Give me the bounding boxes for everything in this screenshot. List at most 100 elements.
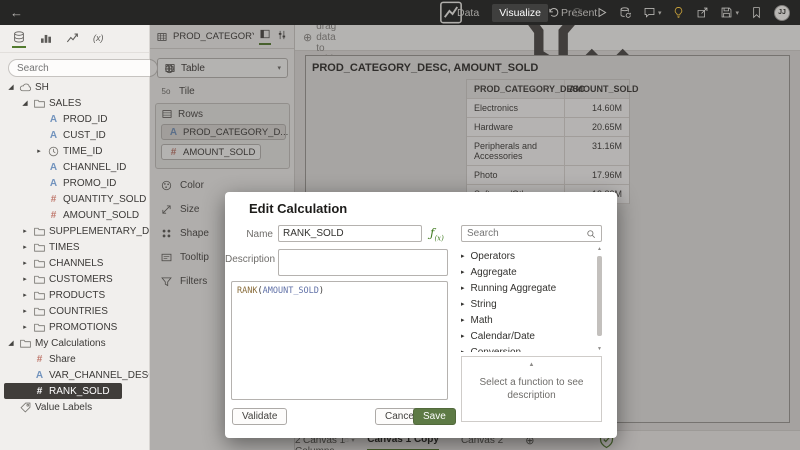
tree-item-var-channel-desc[interactable]: AVAR_CHANNEL_DESC — [0, 367, 149, 383]
tree-item-customers[interactable]: ▸CUSTOMERS — [0, 271, 149, 287]
tree-item-label: TIMES — [49, 242, 80, 253]
tab-analytics[interactable] — [66, 31, 80, 47]
save-calculation-button[interactable]: Save — [413, 408, 456, 425]
category-label: Running Aggregate — [471, 283, 557, 294]
caret-icon[interactable]: ▸ — [20, 275, 30, 283]
search-icon — [586, 229, 596, 239]
tree-item-share[interactable]: #Share — [0, 351, 149, 367]
function-category-operators[interactable]: ▸Operators — [461, 248, 595, 264]
folder-icon — [33, 97, 46, 110]
caret-icon[interactable]: ▸ — [20, 243, 30, 251]
function-search[interactable] — [461, 225, 602, 242]
tree-item-label: CHANNELS — [49, 258, 103, 269]
caret-icon[interactable]: ▸ — [461, 252, 465, 260]
undo-icon[interactable] — [547, 6, 560, 19]
expression-editor[interactable]: RANK(AMOUNT_SOLD) — [231, 281, 448, 400]
folder-icon — [19, 337, 32, 350]
validate-button[interactable]: Validate — [232, 408, 287, 425]
function-category-math[interactable]: ▸Math — [461, 312, 595, 328]
caret-icon[interactable]: ▸ — [20, 227, 30, 235]
refresh-data-icon[interactable] — [619, 6, 632, 19]
scrollbar-thumb[interactable] — [597, 256, 602, 336]
export-icon[interactable] — [696, 6, 709, 19]
tree-item-label: COUNTRIES — [49, 306, 108, 317]
caret-icon[interactable]: ◢ — [6, 83, 16, 91]
caret-icon[interactable]: ▸ — [461, 268, 465, 276]
tab-data-elements[interactable] — [12, 30, 26, 48]
back-icon[interactable]: ← — [10, 5, 23, 20]
caret-icon[interactable]: ◢ — [20, 99, 30, 107]
tree-item-products[interactable]: ▸PRODUCTS — [0, 287, 149, 303]
caret-icon[interactable]: ▸ — [461, 332, 465, 340]
edit-calculation-dialog: Edit Calculation Name ƒ(x) Description R… — [225, 192, 617, 438]
tree-item-sh[interactable]: ◢ SH — [0, 79, 149, 95]
tree-item-supplementary-demo[interactable]: ▸SUPPLEMENTARY_DEMO... — [0, 223, 149, 239]
top-bar: ← 대시보드 필터 + 파라미터 활용 하기 DataVisualizePres… — [0, 0, 800, 25]
data-panel-tabs: (x) — [0, 25, 149, 53]
folder-icon — [33, 257, 46, 270]
tree-item-promo-id[interactable]: APROMO_ID — [0, 175, 149, 191]
tree-item-label: TIME_ID — [63, 146, 102, 157]
function-category-conversion[interactable]: ▸Conversion — [461, 344, 595, 352]
measure-icon: # — [33, 386, 46, 397]
scroll-up-icon[interactable]: ▲ — [462, 362, 601, 368]
caret-icon[interactable]: ▸ — [34, 147, 44, 155]
caret-icon[interactable]: ▸ — [20, 307, 30, 315]
tree-item-sales[interactable]: ◢SALES — [0, 95, 149, 111]
tree-item-quantity-sold[interactable]: #QUANTITY_SOLD — [0, 191, 149, 207]
topbar-actions: ▾ ▾ JJ — [547, 0, 790, 25]
tree-item-prod-id[interactable]: APROD_ID — [0, 111, 149, 127]
comment-icon — [643, 6, 656, 19]
function-description-hint: Select a function to see description — [462, 376, 601, 402]
measure-icon: # — [47, 194, 60, 205]
bar-chart-icon — [39, 31, 53, 45]
tab-data[interactable]: Data — [450, 4, 486, 22]
save-icon — [720, 6, 733, 19]
tree-item-channel-id[interactable]: ACHANNEL_ID — [0, 159, 149, 175]
clock-icon — [47, 145, 60, 158]
attribute-icon: A — [47, 178, 60, 189]
expression-argument: AMOUNT_SOLD — [263, 286, 319, 296]
tab-visualize[interactable]: Visualize — [492, 4, 548, 22]
tree-item-rank-sold[interactable]: #RANK_SOLD — [4, 383, 122, 399]
tree-item-label: My Calculations — [35, 338, 106, 349]
caret-icon[interactable]: ▸ — [461, 300, 465, 308]
description-field[interactable] — [278, 249, 448, 276]
tree-item-channels[interactable]: ▸ CHANNELS — [0, 255, 149, 271]
avatar[interactable]: JJ — [774, 5, 790, 21]
save-button[interactable]: ▾ — [720, 6, 739, 19]
caret-icon[interactable]: ▸ — [20, 323, 30, 331]
redo-icon[interactable] — [571, 6, 584, 19]
caret-icon[interactable]: ◢ — [6, 339, 16, 347]
tree-item-label: SH — [35, 82, 49, 93]
tree-item-cust-id[interactable]: ACUST_ID — [0, 127, 149, 143]
function-search-input[interactable] — [467, 228, 586, 239]
caret-icon[interactable]: ▸ — [20, 291, 30, 299]
function-category-running-aggregate[interactable]: ▸ Running Aggregate — [461, 280, 595, 296]
tree-item-promotions[interactable]: ▸PROMOTIONS — [0, 319, 149, 335]
tree-item-my-calculations[interactable]: ◢ My Calculations — [0, 335, 149, 351]
tree-item-amount-sold[interactable]: #AMOUNT_SOLD — [0, 207, 149, 223]
function-category-aggregate[interactable]: ▸Aggregate — [461, 264, 595, 280]
tree-item-time-id[interactable]: ▸ TIME_ID — [0, 143, 149, 159]
scrollbar[interactable]: ▲ ▼ — [597, 250, 602, 348]
caret-icon[interactable]: ▸ — [20, 259, 30, 267]
folder-icon — [33, 321, 46, 334]
tab-visualizations[interactable] — [39, 31, 53, 47]
tab-parameters[interactable]: (x) — [93, 33, 104, 45]
name-field[interactable] — [278, 225, 422, 242]
attribute-icon: A — [47, 162, 60, 173]
comments-button[interactable]: ▾ — [643, 6, 662, 19]
oracle-analytics-app: ← 대시보드 필터 + 파라미터 활용 하기 DataVisualizePres… — [0, 0, 800, 450]
caret-icon[interactable]: ▸ — [461, 316, 465, 324]
tree-item-countries[interactable]: ▸ COUNTRIES — [0, 303, 149, 319]
present-play-icon[interactable] — [595, 6, 608, 19]
tree-item-times[interactable]: ▸ TIMES — [0, 239, 149, 255]
function-category-string[interactable]: ▸String — [461, 296, 595, 312]
tree-item-value-labels[interactable]: Value Labels — [0, 399, 149, 415]
bookmark-icon[interactable] — [750, 6, 763, 19]
caret-icon[interactable]: ▸ — [461, 348, 465, 352]
caret-icon[interactable]: ▸ — [461, 284, 465, 292]
function-category-calendar-date[interactable]: ▸Calendar/Date — [461, 328, 595, 344]
insights-lightbulb-icon[interactable] — [672, 6, 685, 19]
